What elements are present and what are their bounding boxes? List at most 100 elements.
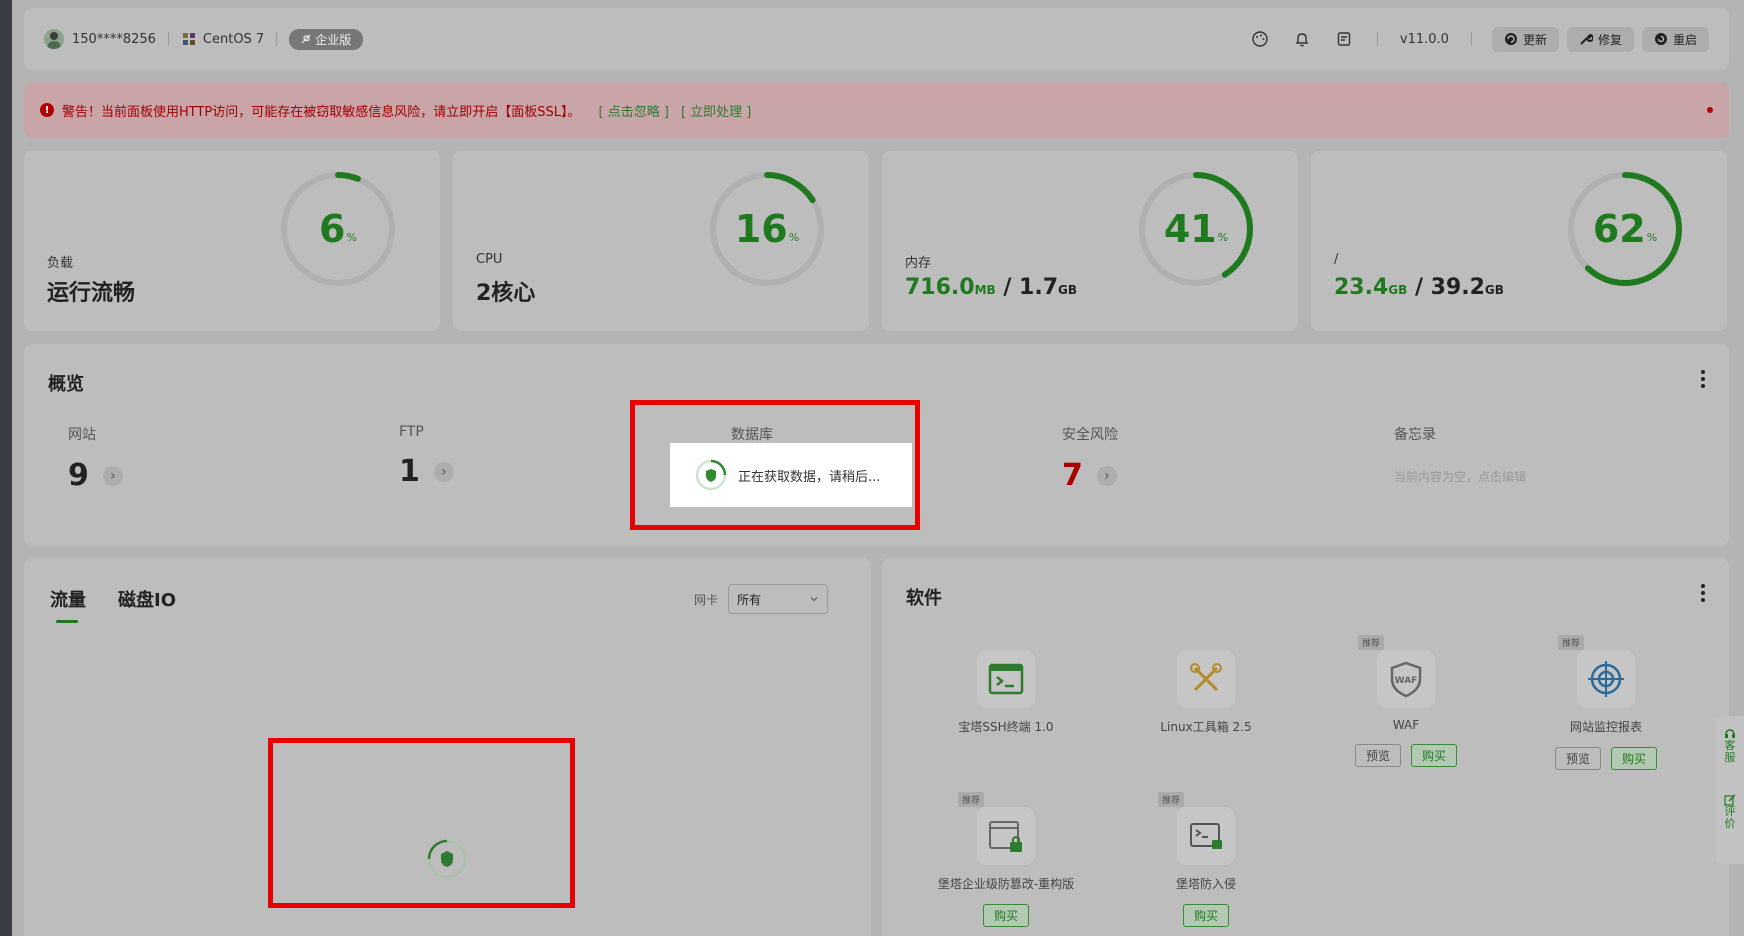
notes-icon[interactable] [1335, 30, 1353, 48]
http-warning-banner: ! 警告！当前面板使用HTTP访问，可能存在被窃取敏感信息风险，请立即开启【面板… [24, 82, 1729, 138]
warning-dot [1707, 107, 1713, 113]
overview-website[interactable]: 网站 9 › [68, 424, 123, 493]
software-item-anti-tamper[interactable]: 推荐 堡塔企业级防篡改-重构版 购买 [906, 792, 1106, 927]
terminal-lock-icon [1177, 807, 1235, 865]
nic-label: 网卡 [694, 592, 719, 607]
overview-security[interactable]: 安全风险 7 › [1062, 424, 1118, 493]
software-title: 软件 [906, 588, 942, 609]
enterprise-badge[interactable]: 企业版 [289, 28, 364, 50]
disk-card[interactable]: 62% / 23.4GB / 39.2GB [1311, 151, 1727, 331]
lock-window-icon [977, 807, 1035, 865]
memo-hint[interactable]: 当前内容为空，点击编辑 [1394, 468, 1526, 485]
theme-palette-icon[interactable] [1251, 30, 1269, 48]
highlight-box-traffic-chart [268, 738, 575, 908]
cpu-card[interactable]: 16% CPU 2核心 [453, 151, 869, 331]
overview-memo[interactable]: 备忘录 当前内容为空，点击编辑 [1394, 424, 1526, 485]
nic-selected-value: 所有 [737, 592, 762, 607]
cpu-percent: 16% [705, 167, 829, 291]
website-count: 9 › [68, 458, 123, 493]
software-item-intrusion-prevention[interactable]: 推荐 堡塔防入侵 购买 [1106, 792, 1306, 927]
software-more-icon[interactable] [1701, 584, 1705, 602]
nic-select[interactable]: 所有 [728, 584, 829, 614]
memory-sep: / [995, 275, 1020, 300]
overview-more-icon[interactable] [1701, 370, 1705, 388]
buy-button[interactable]: 购买 [1611, 747, 1658, 770]
os-name: CentOS 7 [202, 31, 265, 47]
header-right: v11.0.0 更新 修复 重启 [1239, 26, 1709, 52]
recommend-tag: 推荐 [1358, 635, 1385, 650]
bell-icon[interactable] [1293, 30, 1311, 48]
chevron-right-icon[interactable]: › [1096, 465, 1117, 486]
disk-usage: 23.4GB / 39.2GB [1334, 275, 1504, 300]
software-item-waf[interactable]: 推荐 WAF WAF 预览 购买 [1306, 635, 1506, 767]
buy-button[interactable]: 购买 [1182, 904, 1229, 927]
disk-label: / [1334, 252, 1339, 267]
disk-used-unit: GB [1388, 283, 1408, 297]
memory-total-unit: GB [1058, 283, 1078, 297]
tab-traffic[interactable]: 流量 [50, 586, 86, 623]
disk-total: 39.2 [1430, 275, 1485, 300]
review-button[interactable]: 评 价 [1724, 794, 1736, 830]
load-percent: 6% [276, 167, 400, 291]
memory-percent: 41% [1134, 167, 1258, 291]
software-item-site-monitor[interactable]: 推荐 网站监控报表 预览 购买 [1506, 635, 1706, 770]
percent-sign: % [788, 230, 800, 244]
preview-button[interactable]: 预览 [1554, 747, 1601, 770]
side-float-panel: 客 服 评 价 [1716, 716, 1744, 864]
security-label: 安全风险 [1062, 427, 1118, 443]
disk-total-unit: GB [1484, 283, 1504, 297]
software-item-ssh[interactable]: 宝塔SSH终端 1.0 [906, 650, 1106, 735]
chevron-right-icon[interactable]: › [102, 465, 123, 486]
disk-percent-value: 62 [1592, 207, 1646, 251]
traffic-tabs: 流量 磁盘IO [50, 586, 176, 623]
top-header: 150****8256 CentOS 7 企业版 v11.0.0 更新 修复 重… [24, 8, 1729, 70]
alert-icon: ! [40, 103, 54, 117]
terminal-icon [977, 650, 1035, 708]
divider [167, 32, 169, 46]
tab-disk-io[interactable]: 磁盘IO [118, 586, 176, 612]
memory-percent-value: 41 [1163, 207, 1217, 251]
warning-text: 警告！当前面板使用HTTP访问，可能存在被窃取敏感信息风险，请立即开启【面板SS… [62, 104, 581, 120]
memory-usage: 716.0MB / 1.7GB [905, 275, 1077, 300]
ignore-link[interactable]: [ 点击忽略 ] [599, 101, 669, 120]
restart-button[interactable]: 重启 [1641, 26, 1709, 52]
repair-button[interactable]: 修复 [1566, 26, 1634, 52]
memory-card[interactable]: 41% 内存 716.0MB / 1.7GB [882, 151, 1298, 331]
software-item-linux-toolbox[interactable]: Linux工具箱 2.5 [1106, 650, 1306, 735]
overview-ftp[interactable]: FTP 1 › [399, 424, 454, 489]
tools-icon [1177, 650, 1235, 708]
software-actions: 预览 购买 [1554, 747, 1658, 770]
handle-now-link[interactable]: [ 立即处理 ] [681, 101, 751, 120]
user-account[interactable]: 150****8256 [44, 29, 156, 49]
memory-used: 716.0 [905, 275, 975, 300]
load-status: 运行流畅 [47, 281, 136, 306]
cpu-percent-value: 16 [734, 207, 788, 251]
restart-label: 重启 [1672, 32, 1697, 47]
buy-button[interactable]: 购买 [1411, 744, 1458, 767]
recommend-tag: 推荐 [958, 792, 985, 807]
chevron-right-icon[interactable]: › [433, 461, 454, 482]
customer-service-button[interactable]: 客 服 [1724, 728, 1736, 764]
review-char-2: 价 [1724, 817, 1736, 830]
divider [1470, 32, 1472, 46]
percent-sign: % [1646, 230, 1658, 244]
preview-button[interactable]: 预览 [1354, 744, 1401, 767]
website-label: 网站 [68, 427, 96, 443]
disk-sep: / [1407, 275, 1431, 300]
security-value: 7 [1062, 458, 1083, 493]
update-label: 更新 [1522, 32, 1547, 47]
recommend-tag: 推荐 [1158, 792, 1185, 807]
disk-percent: 62% [1563, 167, 1687, 291]
wrench-icon [1580, 33, 1593, 45]
waf-shield-icon: WAF [1377, 650, 1435, 708]
recommend-tag: 推荐 [1558, 635, 1585, 650]
memo-label: 备忘录 [1394, 427, 1436, 443]
software-actions: 预览 购买 [1354, 744, 1458, 767]
user-phone: 150****8256 [72, 31, 156, 47]
load-card[interactable]: 6% 负载 运行流畅 [24, 151, 440, 331]
panel-version: v11.0.0 [1399, 31, 1449, 47]
ftp-value: 1 [399, 454, 420, 489]
buy-button[interactable]: 购买 [982, 904, 1029, 927]
update-button[interactable]: 更新 [1491, 26, 1559, 52]
memory-label: 内存 [905, 256, 932, 271]
